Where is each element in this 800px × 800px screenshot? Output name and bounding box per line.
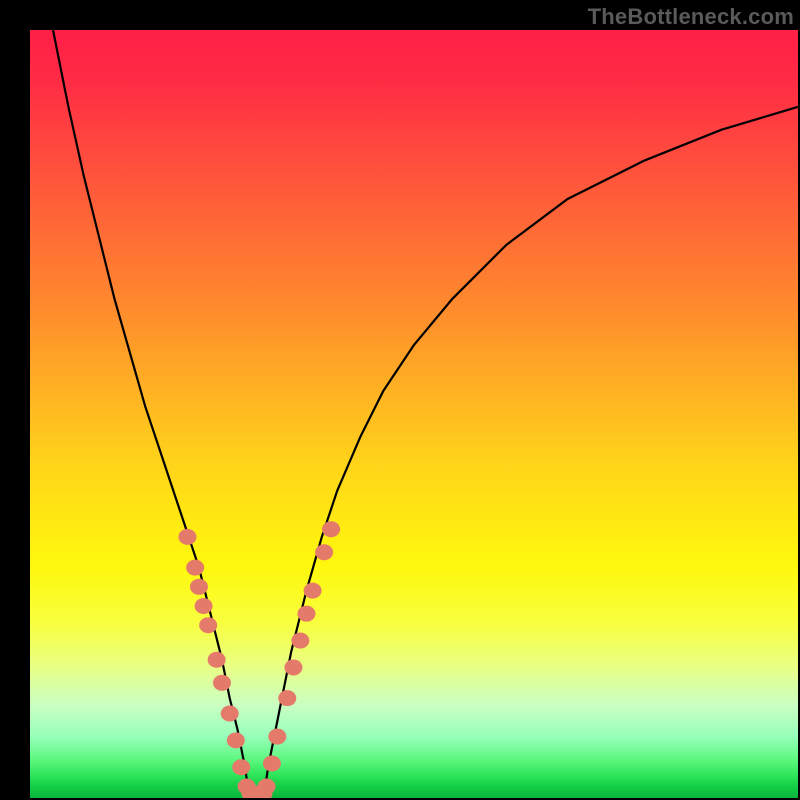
marker-bottom-1 bbox=[246, 785, 264, 798]
plot-area bbox=[30, 30, 798, 798]
marker-left-10 bbox=[238, 778, 256, 794]
marker-left-9 bbox=[232, 759, 250, 775]
marker-left-0 bbox=[178, 529, 196, 545]
marker-right-5 bbox=[291, 633, 309, 649]
marker-left-5 bbox=[208, 652, 226, 668]
marker-left-7 bbox=[221, 706, 239, 722]
markers-left-group bbox=[178, 529, 255, 795]
marker-right-4 bbox=[284, 659, 302, 675]
marker-right-7 bbox=[304, 583, 322, 599]
watermark-text: TheBottleneck.com bbox=[588, 4, 794, 30]
chart-frame: TheBottleneck.com bbox=[0, 0, 800, 800]
marker-right-2 bbox=[268, 729, 286, 745]
bottleneck-curve-svg bbox=[30, 30, 798, 798]
marker-left-8 bbox=[227, 732, 245, 748]
marker-right-3 bbox=[278, 690, 296, 706]
marker-left-2 bbox=[190, 579, 208, 595]
marker-left-1 bbox=[186, 560, 204, 576]
curve-right-branch bbox=[264, 107, 798, 794]
markers-bottom-group bbox=[241, 785, 272, 798]
marker-left-6 bbox=[213, 675, 231, 691]
marker-right-0 bbox=[258, 778, 276, 794]
marker-right-1 bbox=[263, 755, 281, 771]
marker-right-6 bbox=[297, 606, 315, 622]
marker-right-8 bbox=[315, 544, 333, 560]
marker-left-4 bbox=[199, 617, 217, 633]
marker-left-3 bbox=[195, 598, 213, 614]
marker-right-9 bbox=[322, 521, 340, 537]
marker-bottom-0 bbox=[241, 785, 259, 798]
marker-bottom-3 bbox=[254, 785, 272, 798]
markers-right-group bbox=[258, 521, 341, 794]
curve-left-branch bbox=[53, 30, 249, 794]
marker-bottom-2 bbox=[251, 785, 269, 798]
